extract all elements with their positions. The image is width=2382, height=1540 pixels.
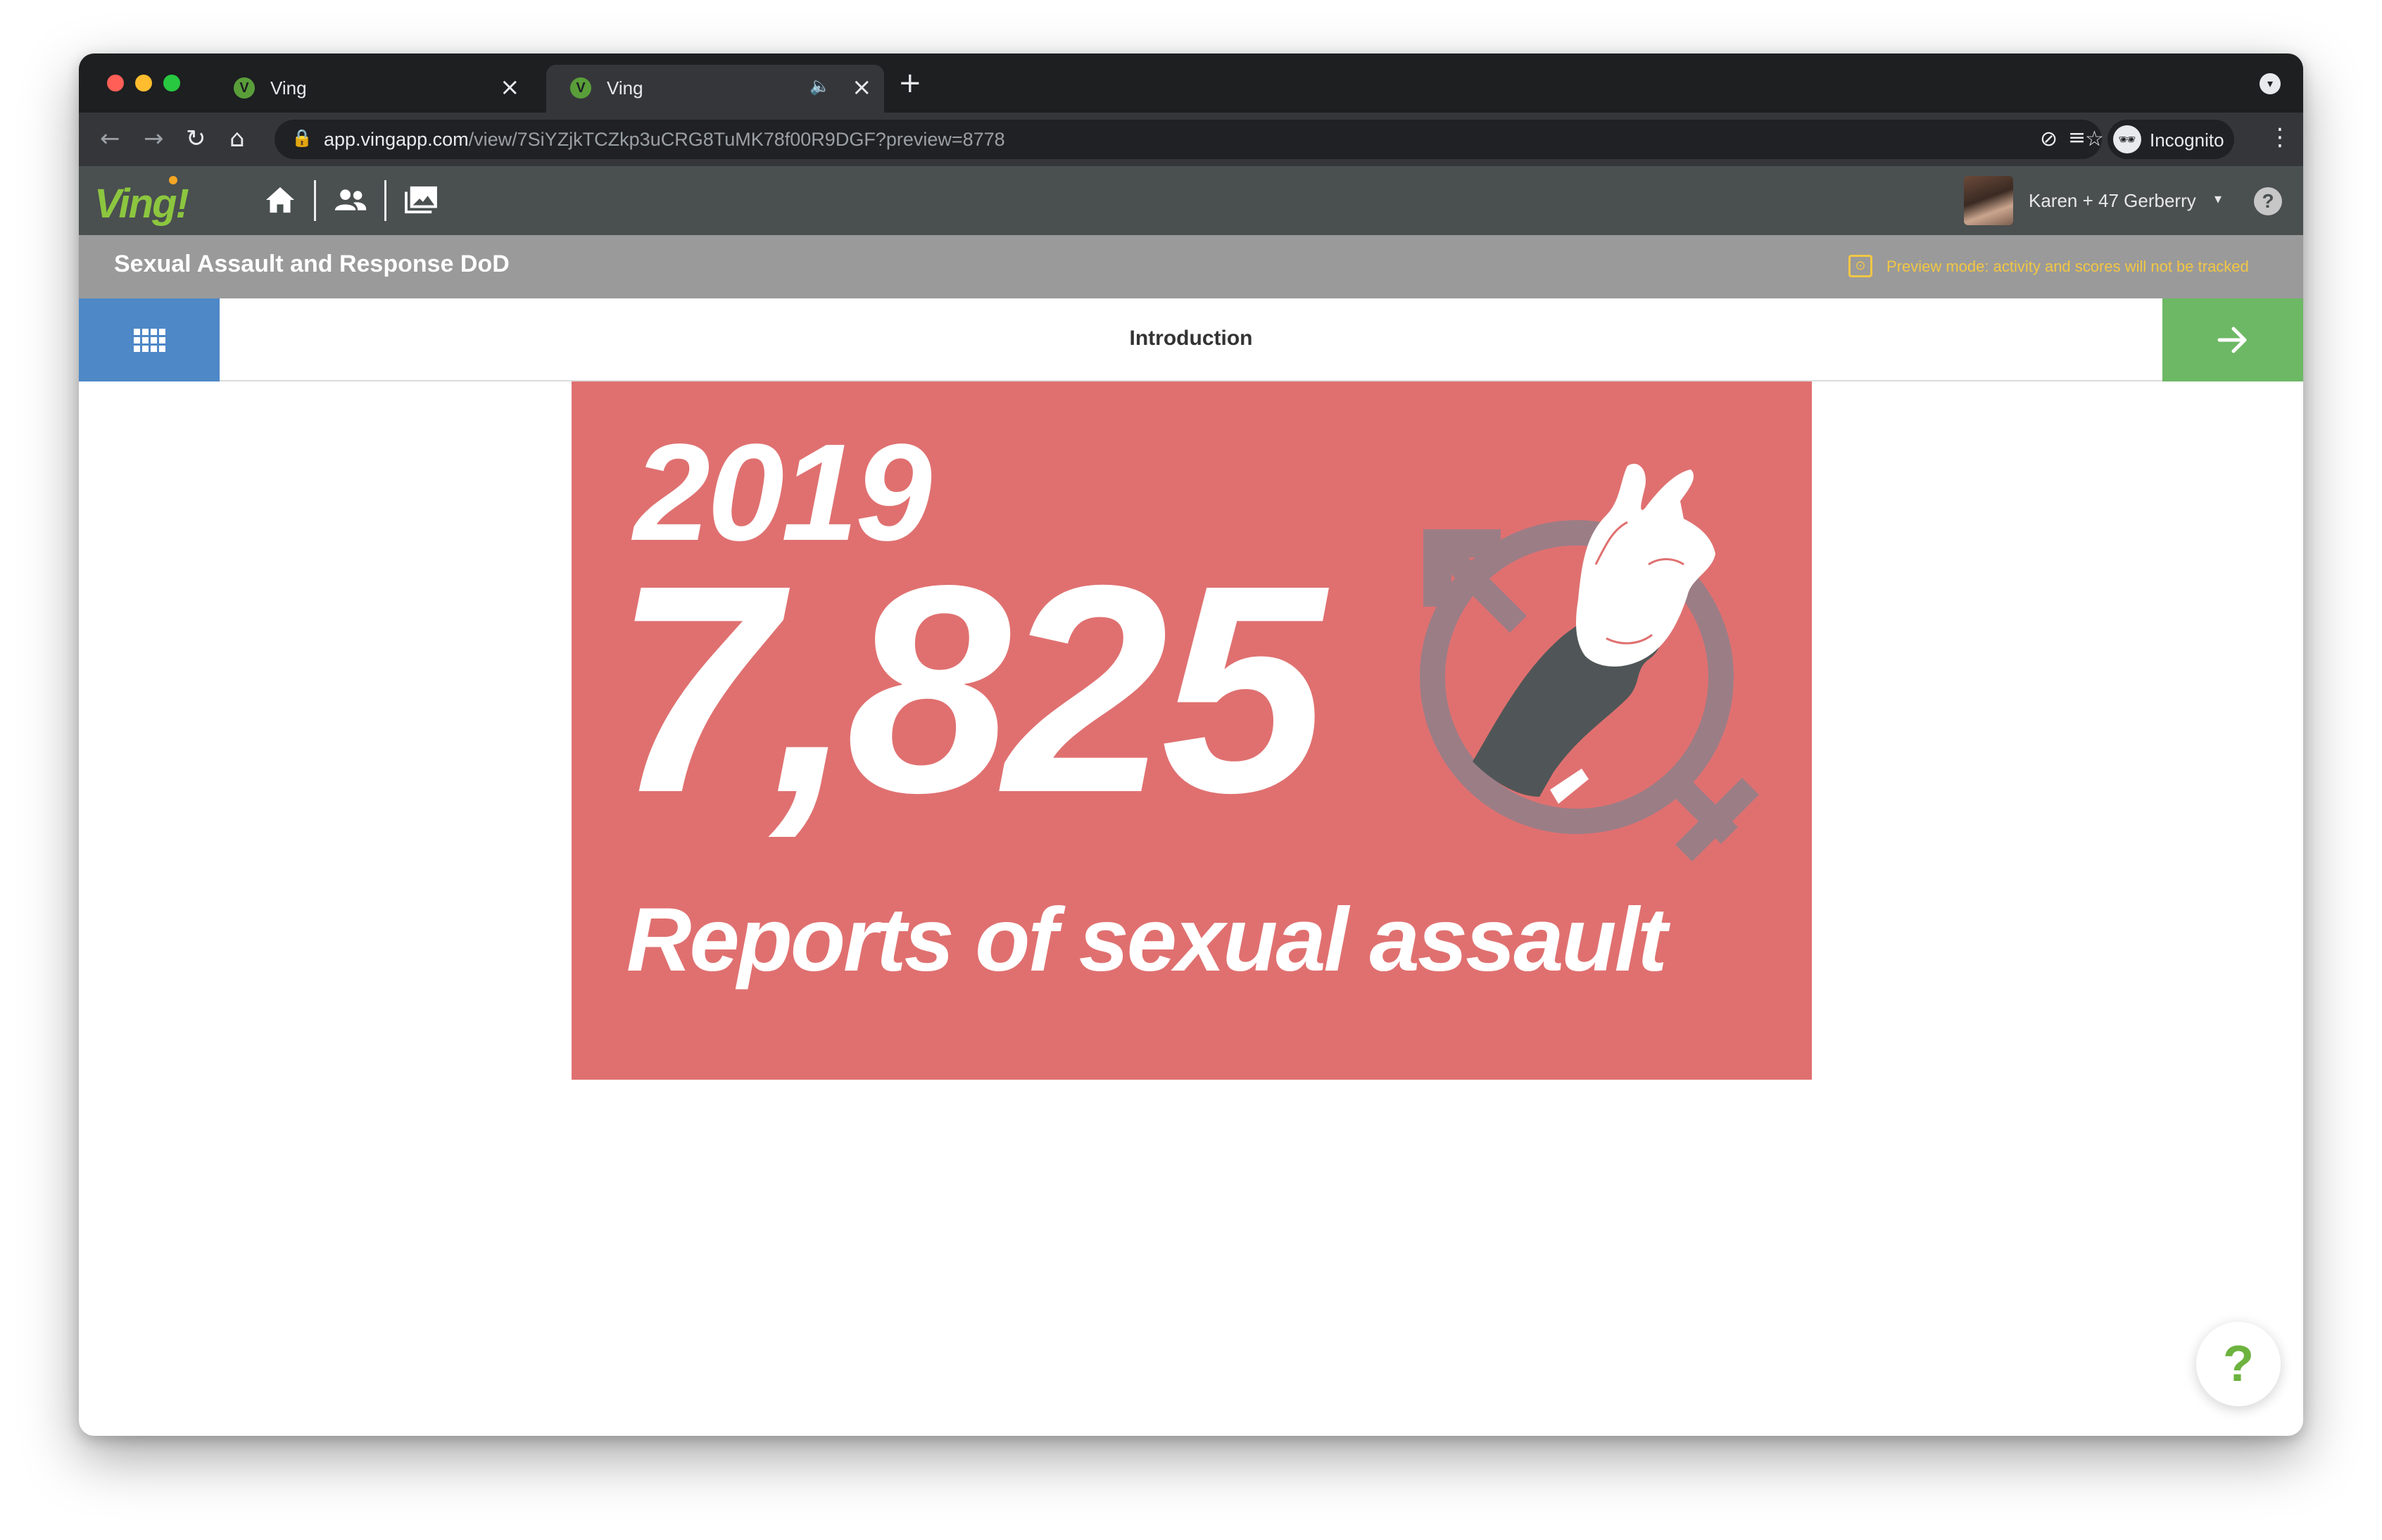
home-icon[interactable]: ⌂ [229, 125, 245, 152]
slide-report-count: 7,825 [614, 524, 1325, 854]
speaker-icon[interactable]: 🔈 [809, 76, 831, 96]
step-navigation: Introduction [79, 298, 2303, 381]
arrow-right-icon [2217, 327, 2247, 353]
browser-toolbar: ← → ↻ ⌂ 🔒 app.vingapp.com/view/7SiYZjkTC… [79, 113, 2303, 166]
url-text[interactable]: app.vingapp.com/view/7SiYZjkTCZkp3uCRG8T… [324, 129, 1005, 151]
url-path: /view/7SiYZjkTCZkp3uCRG8TuMK78f00R9DGF?p… [468, 129, 1005, 150]
profile-label: Incognito [2150, 130, 2224, 151]
nav-divider [314, 180, 316, 221]
course-title-bar: Sexual Assault and Response DoD ⊙ Previe… [79, 235, 2303, 298]
floating-help-button[interactable]: ? [2196, 1322, 2281, 1406]
forward-icon[interactable]: → [144, 125, 164, 152]
minimize-window-button[interactable] [135, 75, 152, 91]
browser-window: V Ving × V Ving 🔈 × + ▾ ← → ↻ ⌂ 🔒 app.vi… [79, 53, 2303, 1436]
preview-eye-icon: ⊙ [1848, 255, 1872, 277]
tab-search-icon[interactable]: ▾ [2260, 73, 2281, 94]
ving-logo[interactable]: Ving! [94, 180, 189, 227]
grid-icon [133, 328, 165, 352]
maximize-window-button[interactable] [163, 75, 180, 91]
reading-list-icon[interactable]: ≡ [2068, 125, 2086, 150]
app-header: Ving! Karen + 47 Gerberry ▾ ? [79, 166, 2303, 235]
course-title: Sexual Assault and Response DoD [114, 251, 510, 277]
gallery-nav-icon[interactable] [400, 180, 442, 220]
lock-icon[interactable]: 🔒 [291, 128, 313, 148]
people-nav-icon[interactable] [329, 180, 372, 220]
user-avatar[interactable] [1964, 176, 2013, 225]
new-tab-button[interactable]: + [898, 69, 922, 97]
ving-favicon-icon: V [234, 77, 255, 99]
nav-divider [384, 180, 386, 221]
next-step-button[interactable] [2162, 298, 2303, 381]
incognito-profile-button[interactable]: 🕶 Incognito [2107, 120, 2234, 159]
tab-title: Ving [607, 77, 643, 99]
browser-menu-icon[interactable]: ⋮ [2268, 124, 2292, 151]
user-name[interactable]: Karen + 47 Gerberry [2029, 190, 2196, 212]
tab-strip: V Ving × V Ving 🔈 × + ▾ [79, 53, 2303, 113]
step-title: Introduction [1129, 327, 1253, 350]
step-menu-button[interactable] [79, 298, 220, 381]
address-bar[interactable]: 🔒 app.vingapp.com/view/7SiYZjkTCZkp3uCRG… [275, 120, 2104, 159]
ving-favicon-icon: V [570, 77, 591, 99]
gender-symbol-hands-illustration [1420, 463, 1760, 862]
eye-off-icon[interactable]: ⊘ [2040, 127, 2058, 151]
tab-ving-1[interactable]: V Ving × [210, 65, 532, 113]
slide-image: 2019 7,825 Reports of sexual assault [572, 381, 1812, 1080]
tab-close-icon[interactable]: × [500, 75, 520, 100]
chevron-down-icon[interactable]: ▾ [2214, 190, 2222, 207]
tab-title: Ving [270, 77, 307, 99]
back-icon[interactable]: ← [100, 125, 120, 152]
preview-mode-notice: Preview mode: activity and scores will n… [1886, 258, 2249, 275]
help-button[interactable]: ? [2254, 187, 2282, 215]
url-host: app.vingapp.com [324, 129, 469, 150]
tab-ving-2-active[interactable]: V Ving 🔈 × [546, 65, 884, 113]
tab-close-icon[interactable]: × [852, 75, 872, 100]
incognito-icon: 🕶 [2113, 125, 2141, 153]
reload-icon[interactable]: ↻ [186, 125, 206, 152]
close-window-button[interactable] [107, 75, 124, 91]
home-nav-icon[interactable] [259, 180, 301, 220]
logo-accent-dot [169, 176, 177, 184]
star-icon[interactable]: ☆ [2085, 127, 2104, 151]
